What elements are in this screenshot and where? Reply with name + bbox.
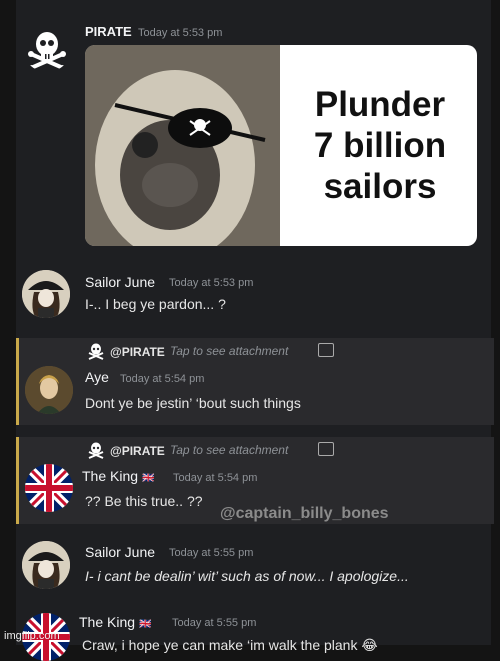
message-text: Craw, i hope ye can make ‘im walk the pl…: [82, 637, 378, 653]
author-name[interactable]: Sailor June: [85, 274, 155, 290]
message-text: Dont ye be jestin’ ‘bout such things: [85, 395, 301, 411]
reply-hint[interactable]: Tap to see attachment: [170, 344, 288, 358]
reply-target[interactable]: @PIRATE: [110, 444, 165, 458]
timestamp: Today at 5:55 pm: [169, 547, 254, 559]
author-name[interactable]: The King 🇬🇧: [82, 468, 155, 484]
skull-crossbones-icon: [88, 343, 104, 360]
reply-target[interactable]: @PIRATE: [110, 345, 165, 359]
caption-line-1: Plunder: [314, 85, 446, 124]
timestamp: Today at 5:55 pm: [172, 617, 257, 629]
chat-panel: PIRATE Today at 5:53 pm Plunder 7 billio…: [16, 0, 494, 661]
user-avatar[interactable]: [22, 270, 70, 318]
pirate-avatar[interactable]: [23, 24, 71, 72]
pirate-woman-avatar-icon: [22, 270, 70, 318]
timestamp: Today at 5:53 pm: [169, 277, 254, 289]
skull-crossbones-icon: [88, 442, 104, 459]
monkey-image: [85, 45, 280, 246]
skull-crossbones-icon: [28, 32, 66, 71]
timestamp: Today at 5:53 pm: [138, 27, 223, 39]
portrait-avatar-icon: [25, 366, 73, 414]
pirate-woman-avatar-icon: [22, 541, 70, 589]
watermark: @captain_billy_bones: [220, 505, 389, 522]
message-sailor-june-2: Sailor June Today at 5:55 pm I- i cant b…: [16, 533, 491, 603]
message-text: I-.. I beg ye pardon... ?: [85, 296, 226, 312]
user-avatar[interactable]: [25, 464, 73, 512]
image-icon: [318, 442, 334, 456]
uk-flag-avatar-icon: [25, 464, 73, 512]
image-icon: [318, 343, 334, 357]
user-avatar[interactable]: [22, 541, 70, 589]
uk-flag-icon: 🇬🇧: [139, 619, 152, 630]
timestamp: Today at 5:54 pm: [120, 373, 205, 385]
message-the-king-2: The King 🇬🇧 Today at 5:55 pm Craw, i hope…: [16, 605, 491, 661]
author-name[interactable]: Aye: [85, 369, 109, 385]
uk-flag-icon: 🇬🇧: [142, 473, 155, 484]
reply-hint[interactable]: Tap to see attachment: [170, 443, 288, 457]
caption-line-3: sailors: [323, 167, 437, 206]
image-attachment[interactable]: Plunder 7 billion sailors: [85, 45, 477, 246]
author-name[interactable]: PIRATE: [85, 24, 132, 39]
imgflip-watermark: imgflip.com: [4, 630, 60, 642]
message-aye: @PIRATE Tap to see attachment Aye Today …: [16, 338, 494, 425]
message-text: ?? Be this true.. ??: [85, 493, 203, 509]
user-avatar[interactable]: [25, 366, 73, 414]
message-pirate: PIRATE Today at 5:53 pm Plunder 7 billio…: [16, 0, 491, 260]
timestamp: Today at 5:54 pm: [173, 472, 258, 484]
author-name[interactable]: Sailor June: [85, 544, 155, 560]
author-name[interactable]: The King 🇬🇧: [79, 614, 152, 630]
message-sailor-june: Sailor June Today at 5:53 pm I-.. I beg …: [16, 262, 491, 337]
caption-line-2: 7 billion: [313, 126, 447, 165]
message-text: I- i cant be dealin’ wit’ such as of now…: [85, 568, 409, 584]
attachment-caption: Plunder 7 billion sailors: [283, 45, 477, 246]
